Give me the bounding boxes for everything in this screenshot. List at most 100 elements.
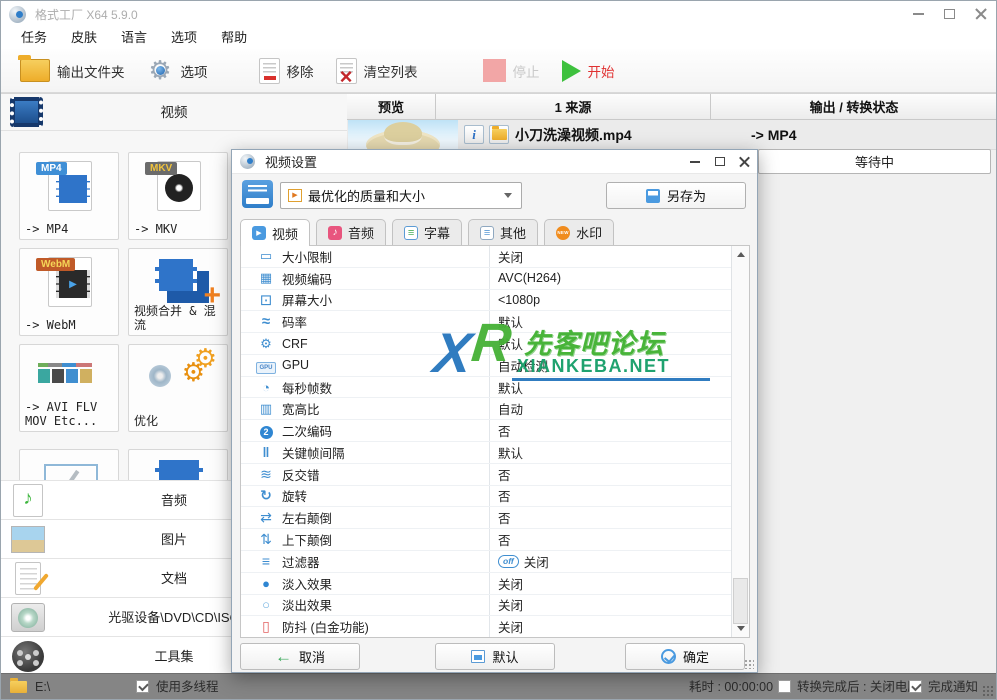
format-card[interactable]: 优化	[128, 344, 228, 432]
setting-row[interactable]: 淡出效果 关闭	[241, 594, 749, 617]
scroll-up-button[interactable]	[732, 246, 749, 263]
elapsed-time: 耗时 : 00:00:00	[689, 680, 774, 694]
open-folder-button[interactable]	[489, 125, 509, 144]
setting-row[interactable]: 视频编码 AVC(H264)	[241, 267, 749, 290]
scroll-down-button[interactable]	[732, 620, 749, 637]
setting-row[interactable]: 每秒帧数 默认	[241, 376, 749, 399]
list-scrollbar[interactable]	[731, 246, 749, 637]
setting-row[interactable]: 左右颠倒 否	[241, 507, 749, 530]
close-button[interactable]	[965, 1, 996, 27]
output-path[interactable]: E:\	[35, 674, 50, 699]
format-card-icon	[129, 255, 227, 313]
dialog-resize-grip[interactable]	[744, 659, 754, 669]
queue-row[interactable]: i 小刀洗澡视频.mp4 -> MP4	[347, 120, 996, 150]
setting-label: 反交错	[282, 468, 320, 483]
multithread-label: 使用多线程	[156, 680, 219, 694]
setting-value: 默认	[489, 442, 730, 463]
dialog-maximize-button[interactable]	[707, 151, 732, 173]
setting-row[interactable]: 码率 默认	[241, 311, 749, 334]
menu-item[interactable]: 选项	[159, 27, 209, 49]
back-arrow-icon: ←	[274, 647, 292, 666]
setting-row[interactable]: 关键帧间隔 默认	[241, 442, 749, 464]
close-icon	[739, 156, 750, 167]
scroll-thumb[interactable]	[733, 578, 748, 624]
column-header[interactable]: 输出 / 转换状态	[711, 94, 996, 120]
setting-row[interactable]: CRF 默认	[241, 333, 749, 355]
setting-row[interactable]: GPU 自动检测	[241, 354, 749, 377]
settings-tab[interactable]: 字幕	[392, 219, 463, 245]
toolbar-button[interactable]: 移除	[248, 51, 325, 91]
setting-row[interactable]: 反交错 否	[241, 463, 749, 486]
setting-value-text: 默认	[498, 446, 524, 461]
setting-row[interactable]: 旋转 否	[241, 485, 749, 508]
toolbar-button[interactable]: 停止	[472, 51, 551, 91]
format-card-label: -> WebM	[25, 318, 76, 332]
category-title: 视频	[160, 105, 188, 120]
minimize-icon	[689, 160, 700, 163]
setting-row[interactable]: 二次编码 否	[241, 420, 749, 443]
settings-tab[interactable]: 音频	[316, 219, 387, 245]
toolbar-button[interactable]	[219, 51, 248, 91]
minimize-button[interactable]	[903, 1, 934, 27]
toolbar-button[interactable]: 清空列表	[325, 51, 429, 91]
setting-row[interactable]: 防抖 (白金功能) 关闭	[241, 616, 749, 638]
column-header[interactable]: 1 来源	[436, 94, 711, 120]
settings-tab[interactable]: 视频	[240, 219, 311, 246]
setting-row[interactable]: 淡入效果 关闭	[241, 572, 749, 595]
resize-grip[interactable]	[982, 685, 994, 697]
toolbar-button[interactable]: 选项	[136, 51, 219, 91]
setting-value: 关闭	[489, 572, 730, 594]
ok-button[interactable]: 确定	[625, 643, 745, 670]
settings-tab[interactable]: 水印	[544, 219, 615, 245]
dialog-close-button[interactable]	[732, 151, 757, 173]
window-titlebar: 格式工厂 X64 5.9.0	[1, 1, 996, 27]
save-as-button[interactable]: 另存为	[606, 182, 746, 209]
menu-item[interactable]: 任务	[9, 27, 59, 49]
dialog-minimize-button[interactable]	[682, 151, 707, 173]
default-button[interactable]: 默认	[435, 643, 555, 670]
setting-label: GPU	[282, 358, 310, 373]
toolbar-label: 移除	[286, 64, 314, 80]
setting-row[interactable]: 大小限制 关闭	[241, 246, 749, 268]
maximize-icon	[714, 157, 725, 166]
toolbar-button[interactable]	[429, 51, 458, 91]
setting-label: 淡入效果	[282, 577, 333, 592]
maximize-button[interactable]	[934, 1, 965, 27]
settings-tab[interactable]: 其他	[468, 219, 539, 245]
setting-label: CRF	[282, 336, 308, 351]
preview-thumbnail[interactable]	[348, 120, 458, 149]
column-header[interactable]: 预览	[347, 94, 436, 120]
format-card[interactable]: -> AVI FLV MOV Etc...	[19, 344, 119, 432]
profile-drawer-icon[interactable]	[242, 180, 273, 208]
settings-tabs: 视频 音频 字幕 其他 水印	[240, 219, 615, 246]
setting-row[interactable]: 过滤器 off 关闭	[241, 550, 749, 573]
setting-icon	[255, 597, 277, 612]
chevron-down-icon	[504, 193, 512, 198]
setting-row[interactable]: 屏幕大小 <1080p	[241, 289, 749, 312]
profile-film-icon	[288, 189, 302, 202]
setting-row[interactable]: 宽高比 自动	[241, 398, 749, 421]
setting-value: 否	[489, 485, 730, 507]
format-card[interactable]: MKV -> MKV	[128, 152, 228, 240]
toolbar-button[interactable]: 输出文件夹	[9, 51, 136, 91]
format-card[interactable]: 视频合并 & 混流	[128, 248, 228, 336]
toolbar-button[interactable]: 开始	[551, 51, 626, 91]
notify-checkbox[interactable]	[909, 680, 922, 693]
menu-item[interactable]: 帮助	[209, 27, 259, 49]
cancel-button[interactable]: ← 取消	[240, 643, 360, 670]
sidebar-header-video[interactable]: 视频	[1, 94, 347, 131]
info-button[interactable]: i	[464, 125, 484, 144]
setting-label: 淡出效果	[282, 599, 333, 614]
profile-select[interactable]: 最优化的质量和大小	[280, 182, 522, 209]
setting-value-text: 关闭	[498, 250, 524, 265]
menu-item[interactable]: 语言	[109, 27, 159, 49]
format-card[interactable]: WebM -> WebM	[19, 248, 119, 336]
setting-label: 过滤器	[282, 555, 320, 570]
menu-item[interactable]: 皮肤	[59, 27, 109, 49]
format-card[interactable]: MP4 -> MP4	[19, 152, 119, 240]
setting-row[interactable]: 上下颠倒 否	[241, 529, 749, 551]
setting-icon	[255, 531, 277, 548]
multithread-checkbox[interactable]	[136, 680, 149, 693]
shutdown-checkbox[interactable]	[778, 680, 791, 693]
setting-icon	[255, 357, 277, 374]
